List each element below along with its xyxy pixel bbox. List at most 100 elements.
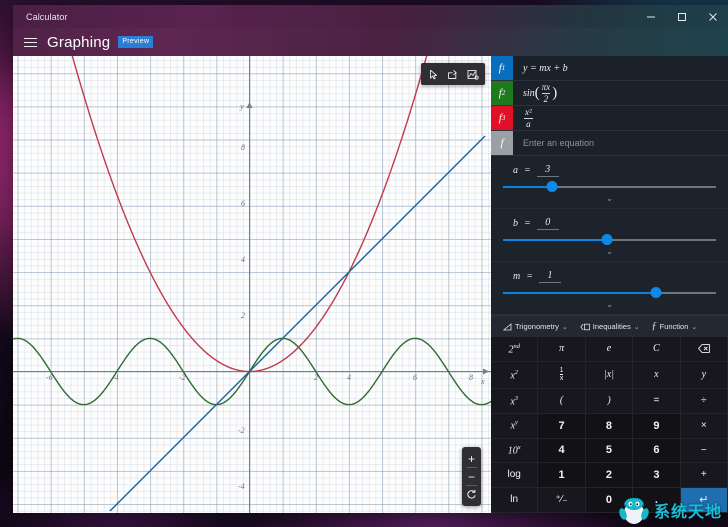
sin-function-name: sin — [523, 87, 535, 99]
inequalities-icon — [580, 323, 590, 330]
zoom-out-button[interactable]: − — [462, 468, 481, 485]
new-equation-input[interactable]: Enter an equation — [513, 131, 728, 155]
equation-row-1[interactable]: f1 y = mx + b — [491, 56, 728, 81]
chevron-down-icon: ⌄ — [633, 323, 640, 331]
equation-text-2[interactable]: sin(πx 2) — [513, 81, 728, 105]
key-C[interactable]: C — [633, 337, 681, 362]
trigonometry-icon — [503, 322, 512, 330]
slider-label-m: m = 1 — [513, 270, 716, 283]
key-x[interactable]: x — [633, 361, 681, 390]
key-9[interactable]: 9 — [633, 413, 681, 439]
equals-sign: = — [529, 62, 537, 74]
key-0[interactable]: 0 — [585, 487, 634, 513]
equation-text-3[interactable]: x² a — [513, 106, 728, 130]
trigonometry-label: Trigonometry — [515, 322, 559, 331]
key-5[interactable]: 5 — [585, 438, 634, 464]
share-icon[interactable] — [443, 66, 463, 82]
slider-thumb-a[interactable] — [546, 181, 558, 192]
slider-fill — [503, 292, 657, 294]
key-[interactable]: × — [680, 413, 728, 439]
key-1[interactable]: 1 — [538, 463, 586, 488]
key-enter[interactable]: ↵ — [680, 487, 728, 513]
variable-value-b[interactable]: 0 — [536, 217, 559, 230]
key-6[interactable]: 6 — [633, 438, 681, 464]
title-bar: Calculator — [13, 5, 728, 28]
graph-settings-icon[interactable] — [463, 66, 483, 82]
function-badge-f1[interactable]: f1 — [491, 56, 513, 80]
plot-curves — [13, 56, 491, 511]
function-menu[interactable]: ƒ Function ⌄ — [646, 321, 704, 332]
graph-toolbar — [421, 63, 485, 85]
key-backspace-icon[interactable] — [680, 337, 728, 362]
key-[interactable]: ÷ — [680, 389, 728, 414]
maximize-button[interactable] — [666, 5, 697, 28]
key-8[interactable]: 8 — [585, 413, 634, 439]
header-bar: Graphing Preview — [13, 28, 728, 56]
key-[interactable]: . — [633, 487, 681, 513]
key-4[interactable]: 4 — [538, 438, 586, 464]
key-[interactable]: π — [538, 337, 586, 362]
key-y[interactable]: y — [680, 361, 728, 390]
equation-row-2[interactable]: f2 sin(πx 2) — [491, 81, 728, 106]
key-x-y[interactable]: xy — [491, 413, 539, 439]
slider-b[interactable] — [503, 234, 716, 246]
expand-chevron-icon[interactable]: ⌄ — [503, 246, 716, 259]
key-2[interactable]: 2 — [585, 463, 634, 488]
expand-chevron-icon[interactable]: ⌄ — [503, 299, 716, 312]
fraction-denominator: a — [524, 117, 533, 129]
variable-value-m[interactable]: 1 — [538, 270, 561, 283]
variable-value-a[interactable]: 3 — [536, 164, 559, 177]
key-[interactable]: = — [633, 389, 681, 414]
key-reciprocal[interactable]: 1x — [538, 361, 586, 390]
hamburger-menu-icon[interactable] — [13, 28, 47, 56]
minimize-button[interactable] — [635, 5, 666, 28]
pointer-icon[interactable] — [423, 66, 443, 82]
inequalities-menu[interactable]: Inequalities ⌄ — [574, 322, 646, 331]
chevron-down-icon: ⌄ — [561, 323, 568, 331]
key-7[interactable]: 7 — [538, 413, 586, 439]
key-[interactable]: ⁺⁄₋ — [538, 487, 586, 513]
slider-m[interactable] — [503, 287, 716, 299]
slider-label-b: b = 0 — [513, 217, 716, 230]
function-label: Function — [659, 322, 689, 331]
key-x-3[interactable]: x3 — [491, 389, 539, 414]
key-[interactable]: ) — [585, 389, 634, 414]
key-log[interactable]: log — [491, 463, 539, 488]
key-ln[interactable]: ln — [491, 487, 539, 513]
reset-view-icon[interactable] — [462, 486, 481, 503]
equals-sign: = — [526, 271, 533, 282]
badge-index: 1 — [501, 64, 506, 72]
expand-chevron-icon[interactable]: ⌄ — [503, 193, 716, 206]
page-title: Graphing — [47, 33, 111, 51]
fraction: x² a — [523, 107, 534, 129]
graph-canvas[interactable]: x y -6 -4 -2 2 4 6 8 8 6 4 2 -2 -4 -6 — [13, 56, 491, 513]
key-e[interactable]: e — [585, 337, 634, 362]
trigonometry-menu[interactable]: Trigonometry ⌄ — [497, 322, 574, 331]
key-10-x[interactable]: 10x — [491, 438, 539, 464]
equals-sign: = — [524, 165, 531, 176]
key-[interactable]: + — [680, 463, 728, 488]
variable-sliders: a = 3 ⌄ b = 0 ⌄ m = 1 ⌄ — [491, 156, 728, 315]
slider-fill — [503, 239, 608, 241]
key-[interactable]: ( — [538, 389, 586, 414]
function-badge-f3[interactable]: f3 — [491, 106, 513, 130]
key-x[interactable]: |x| — [585, 361, 634, 390]
function-badge-f2[interactable]: f2 — [491, 81, 513, 105]
equation-rhs: mx + b — [539, 62, 568, 74]
key-[interactable]: − — [680, 438, 728, 464]
slider-thumb-b[interactable] — [601, 234, 613, 245]
key-2-nd[interactable]: 2nd — [491, 337, 539, 362]
side-panel: f1 y = mx + b f2 sin(πx 2) f 3 x² a f En… — [491, 56, 728, 513]
variable-name: m — [513, 271, 521, 282]
key-3[interactable]: 3 — [633, 463, 681, 488]
slider-a[interactable] — [503, 181, 716, 193]
equation-row-new[interactable]: f Enter an equation — [491, 131, 728, 156]
zoom-in-button[interactable]: + — [462, 450, 481, 467]
slider-thumb-m[interactable] — [650, 287, 662, 298]
key-x-2[interactable]: x2 — [491, 361, 539, 390]
equation-text-1[interactable]: y = mx + b — [513, 56, 728, 80]
equation-row-3[interactable]: f3 x² a — [491, 106, 728, 131]
inequalities-label: Inequalities — [592, 322, 631, 331]
close-button[interactable] — [697, 5, 728, 28]
fraction: πx 2 — [540, 82, 553, 104]
